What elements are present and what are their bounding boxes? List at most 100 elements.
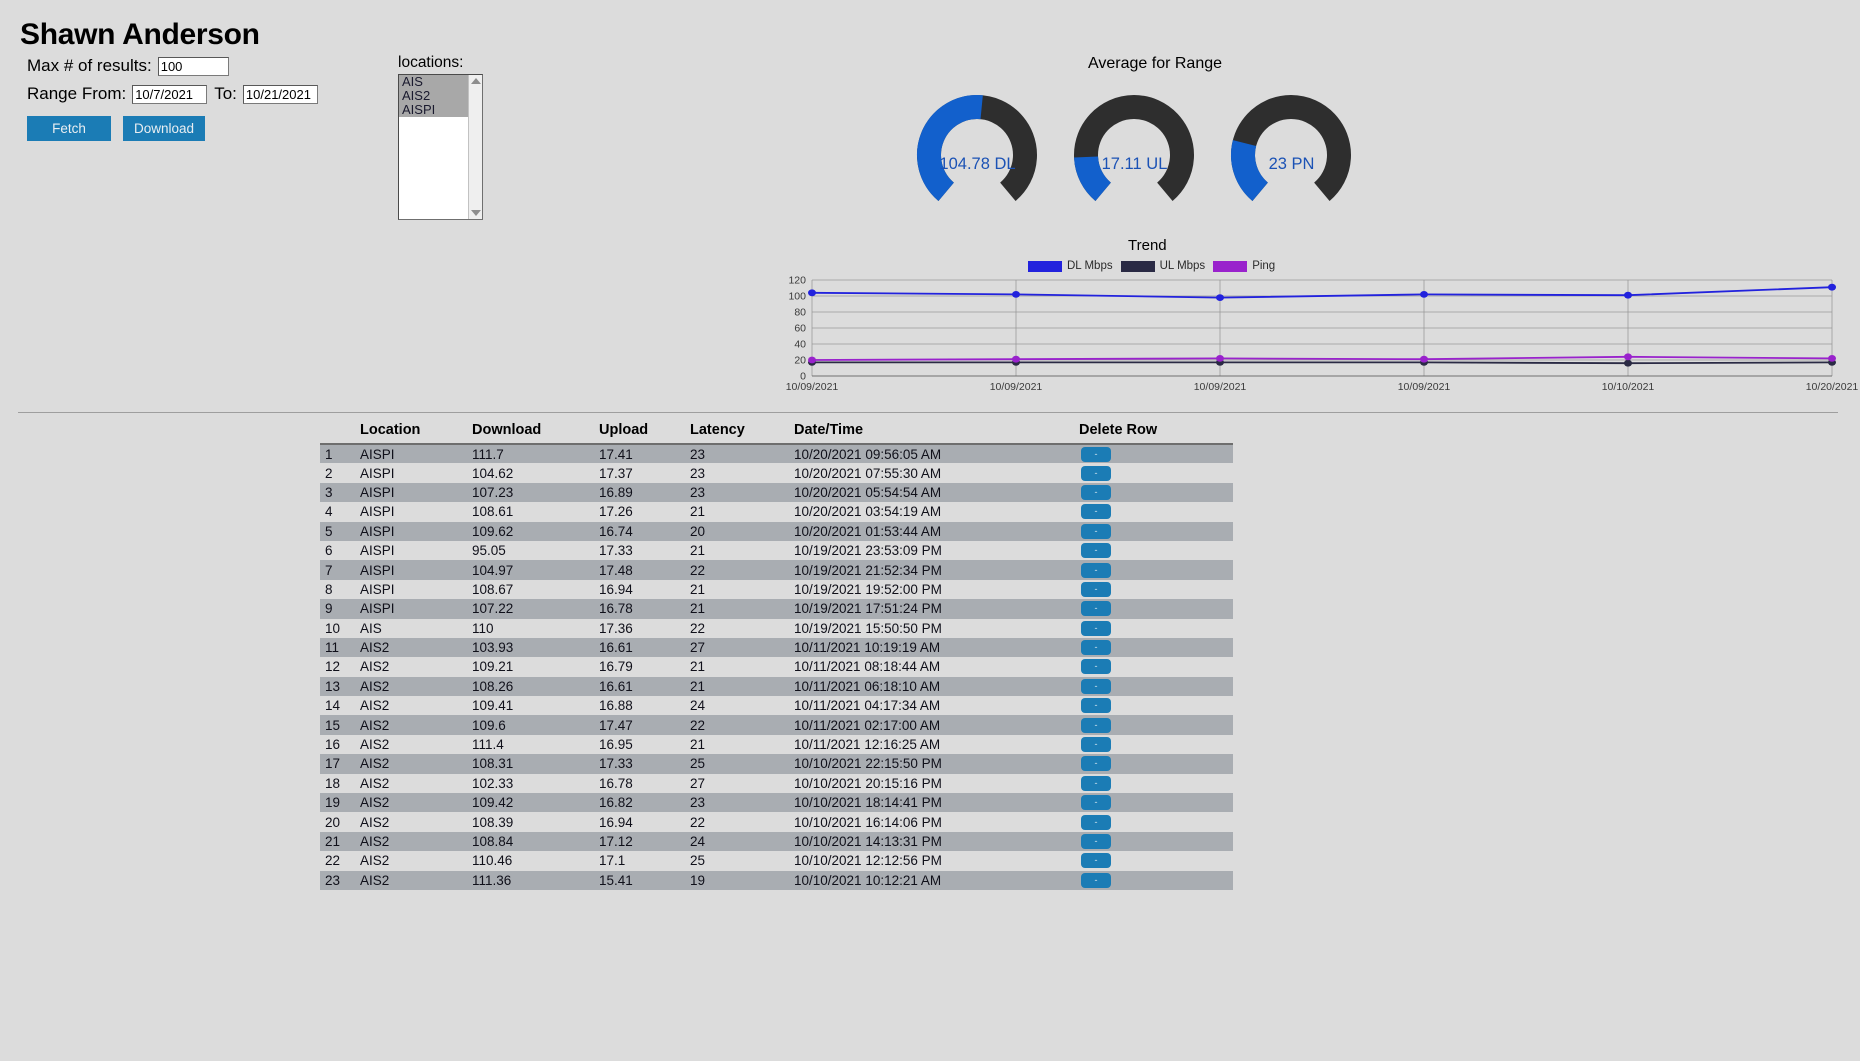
cell-delete: -	[1079, 696, 1233, 716]
cell-datetime: 10/11/2021 10:19:19 AM	[794, 637, 1079, 658]
cell-delete: -	[1079, 676, 1233, 697]
table-row[interactable]: 19 AIS2 109.42 16.82 23 10/10/2021 18:14:41 P…	[320, 793, 1233, 813]
cell-delete: -	[1079, 657, 1233, 677]
scroll-up-icon[interactable]	[470, 78, 481, 84]
delete-row-button[interactable]: -	[1081, 756, 1111, 772]
delete-row-button[interactable]: -	[1081, 465, 1111, 481]
location-option[interactable]: AISPI	[399, 103, 468, 117]
location-option[interactable]: AIS	[399, 75, 468, 89]
delete-row-button[interactable]: -	[1081, 640, 1111, 656]
delete-row-button[interactable]: -	[1081, 543, 1111, 559]
table-row[interactable]: 6 AISPI 95.05 17.33 21 10/19/2021 23:53:09 PM…	[320, 540, 1233, 561]
download-button[interactable]: Download	[123, 116, 205, 141]
delete-row-button[interactable]: -	[1081, 717, 1111, 733]
delete-row-button[interactable]: -	[1081, 834, 1111, 849]
table-row[interactable]: 1 AISPI 111.7 17.41 23 10/20/2021 09:56:05 AM…	[320, 444, 1233, 464]
delete-row-button[interactable]: -	[1081, 795, 1111, 811]
range-from-input[interactable]	[132, 84, 208, 104]
locations-scrollbar[interactable]	[468, 75, 482, 219]
delete-row-button[interactable]: -	[1081, 581, 1111, 597]
table-row[interactable]: 11 AIS2 103.93 16.61 27 10/11/2021 10:19:19 A…	[320, 637, 1233, 658]
cell-latency: 21	[690, 657, 794, 677]
cell-upload: 16.89	[599, 482, 690, 503]
cell-delete: -	[1079, 463, 1233, 483]
gauge: 23 PN	[1224, 95, 1359, 223]
delete-row-button[interactable]: -	[1081, 523, 1111, 539]
table-row[interactable]: 17 AIS2 108.31 17.33 25 10/10/2021 22:15:50 P…	[320, 754, 1233, 774]
location-option[interactable]: AIS2	[399, 89, 468, 103]
cell-download: 107.23	[472, 482, 599, 503]
delete-row-button[interactable]: -	[1081, 814, 1111, 830]
locations-options[interactable]: AIS AIS2 AISPI	[399, 75, 468, 219]
delete-row-button[interactable]: -	[1081, 737, 1111, 753]
cell-download: 111.4	[472, 734, 599, 755]
cell-location: AISPI	[360, 560, 472, 580]
form-actions: Fetch Download	[27, 116, 318, 141]
gauge-value-label: 23 PN	[1268, 155, 1315, 173]
row-index: 9	[320, 599, 360, 619]
cell-delete: -	[1079, 560, 1233, 580]
cell-latency: 22	[690, 560, 794, 580]
delete-row-button[interactable]: -	[1081, 484, 1111, 500]
cell-delete: -	[1079, 618, 1233, 638]
x-tick-label: 10/09/2021	[785, 381, 839, 393]
row-index: 8	[320, 579, 360, 600]
delete-row-button[interactable]: -	[1081, 562, 1111, 578]
cell-location: AIS2	[360, 831, 472, 852]
delete-row-button[interactable]: -	[1081, 853, 1111, 869]
cell-download: 109.41	[472, 696, 599, 716]
cell-delete: -	[1079, 502, 1233, 522]
cell-location: AIS2	[360, 696, 472, 716]
row-index: 22	[320, 851, 360, 871]
table-row[interactable]: 20 AIS2 108.39 16.94 22 10/10/2021 16:14:06 P…	[320, 812, 1233, 832]
scroll-down-icon[interactable]	[470, 210, 481, 216]
table-row[interactable]: 5 AISPI 109.62 16.74 20 10/20/2021 01:53:44 A…	[320, 521, 1233, 541]
table-row[interactable]: 21 AIS2 108.84 17.12 24 10/10/2021 14:13:31 P…	[320, 831, 1233, 852]
th-index	[320, 422, 360, 445]
cell-download: 108.84	[472, 831, 599, 852]
th-datetime: Date/Time	[794, 422, 1079, 445]
delete-row-button[interactable]: -	[1081, 620, 1111, 636]
row-index: 2	[320, 463, 360, 483]
table-row[interactable]: 12 AIS2 109.21 16.79 21 10/11/2021 08:18:44 A…	[320, 657, 1233, 677]
delete-row-button[interactable]: -	[1081, 872, 1111, 888]
table-row[interactable]: 15 AIS2 109.6 17.47 22 10/11/2021 02:17:00 AM…	[320, 715, 1233, 735]
chart-legend: DL Mbps UL Mbps Ping	[1028, 260, 1275, 272]
cell-latency: 22	[690, 618, 794, 638]
delete-row-button[interactable]: -	[1081, 659, 1111, 675]
table-row[interactable]: 2 AISPI 104.62 17.37 23 10/20/2021 07:55:30 A…	[320, 463, 1233, 483]
cell-datetime: 10/20/2021 07:55:30 AM	[794, 463, 1079, 483]
delete-row-button[interactable]: -	[1081, 601, 1111, 617]
cell-location: AIS	[360, 618, 472, 638]
delete-row-button[interactable]: -	[1081, 698, 1111, 714]
locations-listbox[interactable]: AIS AIS2 AISPI	[398, 74, 483, 220]
cell-download: 95.05	[472, 540, 599, 561]
app-root: Shawn Anderson Max # of results: Range F…	[0, 0, 1860, 1061]
table-row[interactable]: 16 AIS2 111.4 16.95 21 10/11/2021 12:16:25 AM…	[320, 734, 1233, 755]
row-index: 20	[320, 812, 360, 832]
table-row[interactable]: 18 AIS2 102.33 16.78 27 10/10/2021 20:15:16 P…	[320, 773, 1233, 794]
table-row[interactable]: 8 AISPI 108.67 16.94 21 10/19/2021 19:52:00 P…	[320, 579, 1233, 600]
cell-latency: 27	[690, 773, 794, 794]
gauge-value-label: 104.78 DL	[939, 155, 1016, 173]
cell-datetime: 10/11/2021 06:18:10 AM	[794, 676, 1079, 697]
table-row[interactable]: 14 AIS2 109.41 16.88 24 10/11/2021 04:17:34 A…	[320, 696, 1233, 716]
delete-row-button[interactable]: -	[1081, 678, 1111, 694]
table-row[interactable]: 13 AIS2 108.26 16.61 21 10/11/2021 06:18:10 A…	[320, 676, 1233, 697]
range-to-input[interactable]	[242, 84, 318, 104]
delete-row-button[interactable]: -	[1081, 504, 1111, 520]
table-row[interactable]: 23 AIS2 111.36 15.41 19 10/10/2021 10:12:21 A…	[320, 870, 1233, 890]
table-row[interactable]: 9 AISPI 107.22 16.78 21 10/19/2021 17:51:24 P…	[320, 599, 1233, 619]
trend-title: Trend	[1128, 237, 1167, 254]
table-row[interactable]: 10 AIS 110 17.36 22 10/19/2021 15:50:50 PM -	[320, 618, 1233, 638]
table-row[interactable]: 4 AISPI 108.61 17.26 21 10/20/2021 03:54:19 A…	[320, 502, 1233, 522]
table-row[interactable]: 3 AISPI 107.23 16.89 23 10/20/2021 05:54:54 A…	[320, 482, 1233, 503]
cell-latency: 19	[690, 870, 794, 890]
table-row[interactable]: 22 AIS2 110.46 17.1 25 10/10/2021 12:12:56 PM…	[320, 851, 1233, 871]
table-row[interactable]: 7 AISPI 104.97 17.48 22 10/19/2021 21:52:34 P…	[320, 560, 1233, 580]
fetch-button[interactable]: Fetch	[27, 116, 111, 141]
cell-datetime: 10/10/2021 16:14:06 PM	[794, 812, 1079, 832]
delete-row-button[interactable]: -	[1081, 446, 1111, 462]
max-results-input[interactable]	[157, 56, 229, 76]
delete-row-button[interactable]: -	[1081, 775, 1111, 791]
